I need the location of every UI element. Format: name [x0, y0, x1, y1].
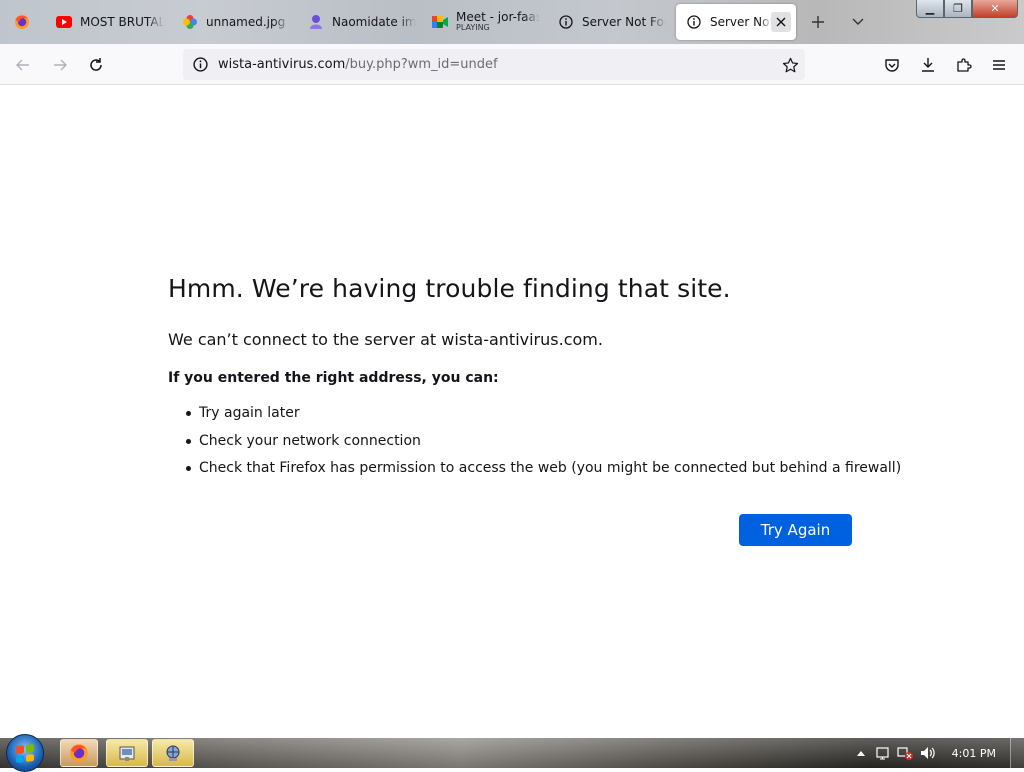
tab-naomidate[interactable]: Naomidate im: [298, 2, 416, 42]
error-page: Hmm. We’re having trouble finding that s…: [0, 86, 1024, 738]
error-title: Hmm. We’re having trouble finding that s…: [168, 274, 731, 303]
hamburger-menu-icon: [993, 60, 1005, 70]
pocket-button[interactable]: [879, 52, 905, 78]
forward-arrow-icon: [54, 59, 67, 71]
taskbar-firefox-button[interactable]: [60, 739, 98, 767]
close-window-button[interactable]: ✕: [972, 0, 1018, 18]
close-icon: ✕: [990, 2, 1000, 15]
tab-google-meet[interactable]: Meet - jor-faas PLAYING: [422, 2, 540, 42]
menu-button[interactable]: [986, 52, 1012, 78]
tab-google-photos[interactable]: unnamed.jpg (: [172, 2, 290, 42]
minimize-icon: ▁: [925, 2, 935, 15]
plus-icon: [812, 16, 824, 28]
minimize-button[interactable]: ▁: [916, 0, 944, 18]
info-icon: [558, 14, 574, 30]
list-item: Try again later: [168, 398, 901, 426]
network-app-icon: [166, 745, 180, 761]
downloads-button[interactable]: [915, 52, 941, 78]
navigation-toolbar: wista-antivirus.com/buy.php?wm_id=undef: [0, 44, 1024, 85]
firefox-icon: [70, 744, 88, 762]
taskbar-app-button-2[interactable]: [152, 739, 194, 767]
tab-title: Naomidate im: [332, 15, 416, 29]
taskbar-app-button[interactable]: [106, 739, 148, 767]
taskbar-clock[interactable]: 4:01 PM: [952, 747, 996, 760]
action-center-icon[interactable]: [874, 744, 892, 762]
close-tab-icon[interactable]: [771, 12, 791, 32]
firefox-icon: [14, 14, 30, 30]
window-controls: ▁ ❐ ✕: [916, 0, 1018, 18]
tab-title: unnamed.jpg (: [206, 15, 290, 29]
tab-title: Server Not Foun: [582, 15, 666, 29]
show-desktop-button[interactable]: [1010, 738, 1024, 768]
google-meet-icon: [432, 14, 448, 30]
url-path: /buy.php?wm_id=undef: [345, 57, 498, 72]
volume-icon[interactable]: [918, 744, 936, 762]
google-photos-icon: [182, 14, 198, 30]
network-disconnected-icon[interactable]: [896, 744, 914, 762]
application-icon: [119, 746, 135, 761]
error-description: We can’t connect to the server at wista-…: [168, 330, 603, 349]
tab-server-not-found[interactable]: Server Not Foun: [548, 2, 666, 42]
show-hidden-icons-button[interactable]: [852, 744, 870, 762]
forward-button[interactable]: [47, 52, 73, 78]
tab-strip: MOST BRUTAL unnamed.jpg ( Naomidate im M…: [0, 0, 1024, 44]
reload-button[interactable]: [83, 52, 109, 78]
extensions-button[interactable]: [951, 52, 977, 78]
url-host: wista-antivirus.com: [218, 57, 346, 72]
list-item: Check that Firefox has permission to acc…: [168, 453, 901, 481]
windows-logo-icon: [16, 744, 34, 763]
tab-title: MOST BRUTAL: [80, 15, 164, 29]
suggestions-list: Try again later Check your network conne…: [168, 398, 901, 481]
tab-title: Server Not F: [710, 15, 772, 29]
info-icon: [686, 14, 702, 30]
windows-taskbar: 4:01 PM: [0, 734, 1024, 772]
site-info-icon[interactable]: [185, 57, 215, 72]
list-all-tabs-button[interactable]: [846, 10, 870, 34]
maximize-button[interactable]: ❐: [944, 0, 972, 18]
back-arrow-icon: [16, 59, 29, 71]
puzzle-icon: [957, 58, 972, 72]
pocket-icon: [885, 59, 899, 72]
suggestions-lead: If you entered the right address, you ca…: [168, 370, 499, 386]
youtube-icon: [56, 14, 72, 30]
tab-server-not-found-active[interactable]: Server Not F: [676, 4, 796, 40]
chevron-down-icon: [852, 18, 864, 25]
new-tab-button[interactable]: [806, 10, 830, 34]
address-bar[interactable]: wista-antivirus.com/buy.php?wm_id=undef: [183, 49, 805, 80]
list-item: Check your network connection: [168, 426, 901, 454]
bookmark-star-button[interactable]: [777, 52, 803, 78]
star-icon: [782, 57, 798, 72]
start-button[interactable]: [6, 734, 44, 772]
tab-youtube[interactable]: MOST BRUTAL: [46, 2, 164, 42]
chevron-up-icon: [856, 751, 865, 756]
back-button[interactable]: [10, 52, 36, 78]
system-tray: 4:01 PM: [850, 738, 1024, 768]
profile-icon: [308, 14, 324, 30]
try-again-button[interactable]: Try Again: [739, 514, 852, 546]
maximize-icon: ❐: [953, 2, 963, 15]
download-icon: [922, 58, 934, 72]
reload-icon: [90, 58, 102, 71]
tab-firefox-view[interactable]: [4, 2, 40, 42]
